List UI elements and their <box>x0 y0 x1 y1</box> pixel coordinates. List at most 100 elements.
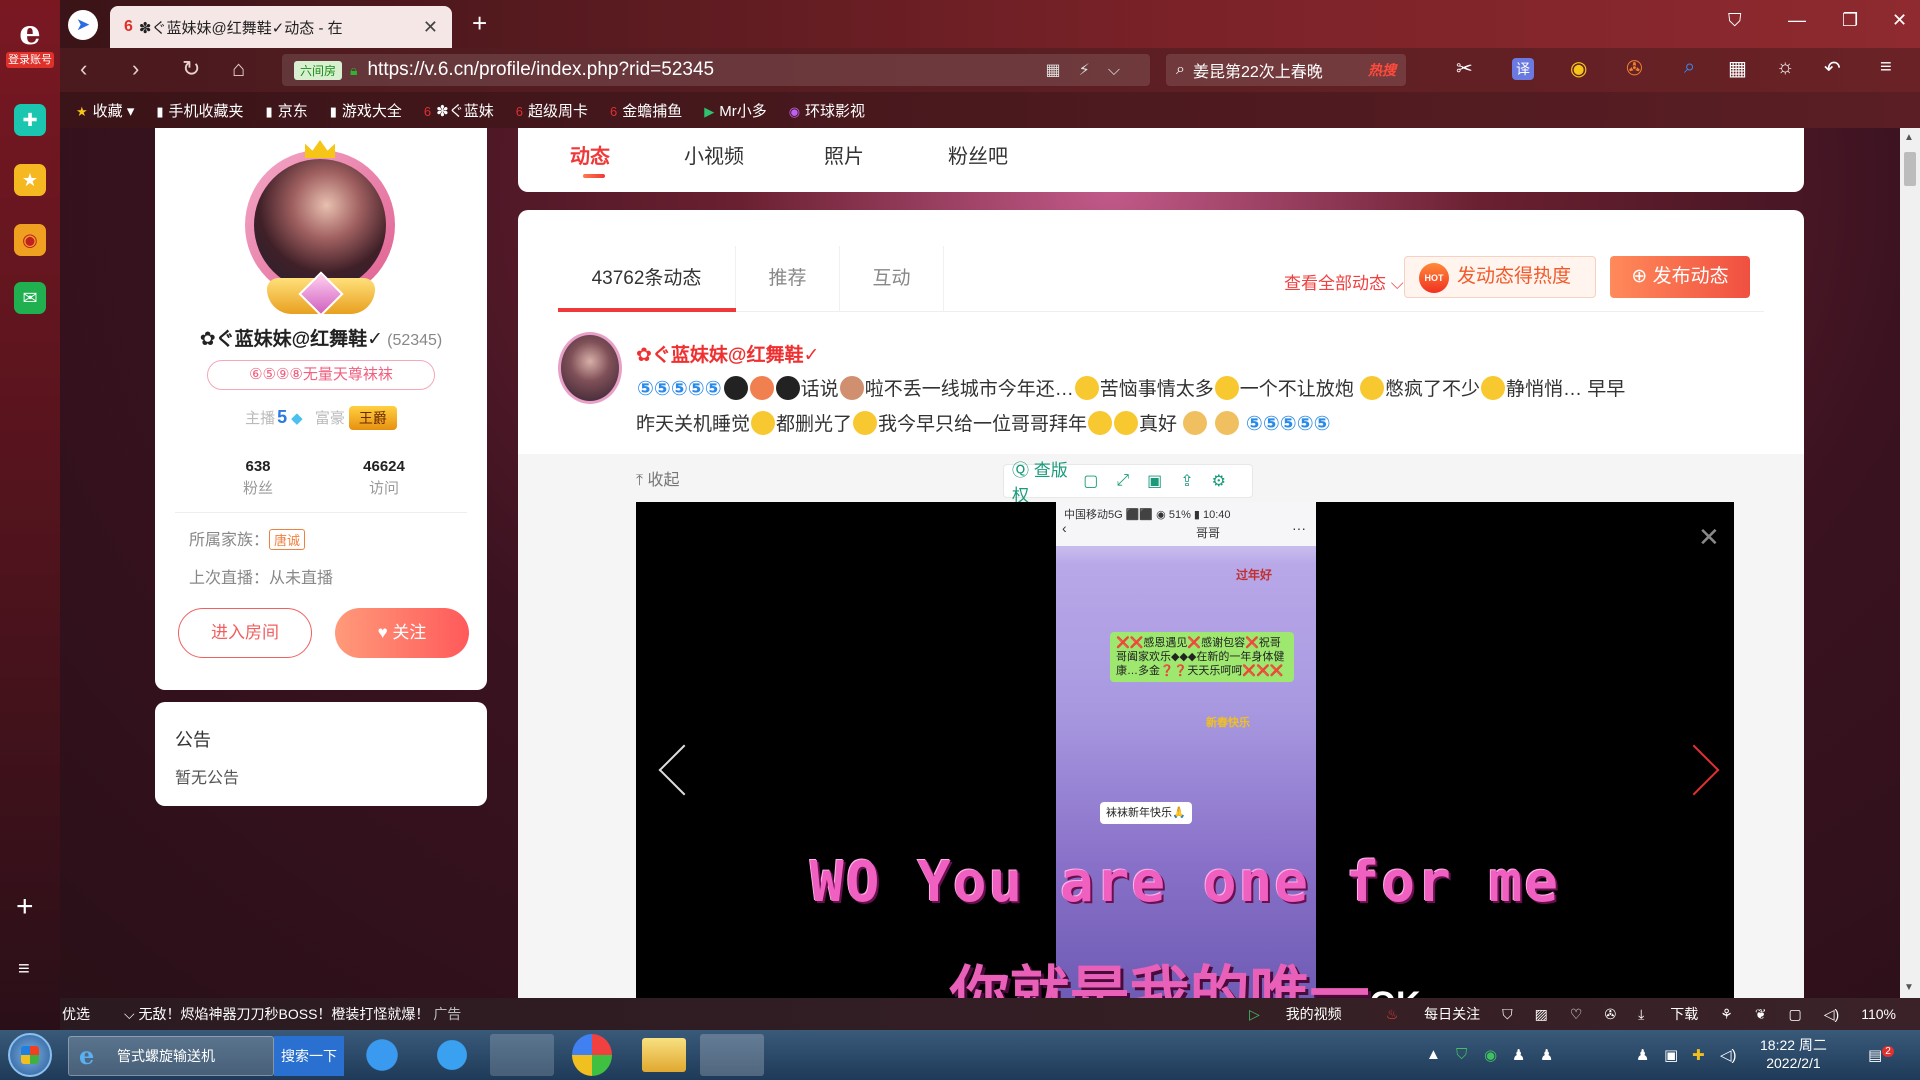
window-icon[interactable]: ▢ <box>1789 1006 1802 1023</box>
brightness-icon[interactable]: ☼ <box>1776 56 1794 79</box>
k-app-icon[interactable] <box>350 1034 414 1076</box>
skin-icon[interactable]: ⛉ <box>1728 10 1742 31</box>
bookmark-item[interactable]: ▮ 游戏大全 <box>330 100 402 121</box>
fullscreen-icon[interactable]: ⤢ <box>1116 472 1129 490</box>
bookmark-item[interactable]: ▮ 手机收藏夹 <box>156 100 243 121</box>
start-button[interactable] <box>8 1033 52 1077</box>
tray-expand-icon[interactable]: ▲ <box>1426 1046 1441 1063</box>
sidebar-app-icon[interactable]: ✚ <box>14 104 46 136</box>
post-author-avatar[interactable] <box>558 332 622 404</box>
notification-icon[interactable]: ▤ 2 <box>1868 1046 1894 1064</box>
add-sidebar-app-button[interactable]: + <box>16 890 34 924</box>
hot-post-button[interactable]: HOT 发动态得热度 <box>1404 256 1596 298</box>
feed-tab-count[interactable]: 43762条动态 <box>558 246 736 312</box>
previous-arrow-icon[interactable] <box>658 744 710 796</box>
publish-post-button[interactable]: ⊕ 发布动态 <box>1610 256 1750 298</box>
volume-icon[interactable]: ◁) <box>1720 1046 1737 1064</box>
undo-icon[interactable]: ↶ <box>1824 56 1841 81</box>
favorites-star-icon[interactable]: ★ <box>14 164 46 196</box>
close-window-button[interactable]: ✕ <box>1892 10 1907 31</box>
coin-icon[interactable]: ◉ <box>1570 56 1587 81</box>
page-scrollbar[interactable]: ▲ ▼ <box>1900 128 1920 998</box>
plus-app-icon[interactable]: ✚ <box>1692 1046 1705 1064</box>
tab-profile[interactable]: 6 ✽ぐ蓝妹妹@红舞鞋✓动态 - 在 ✕ <box>110 6 452 48</box>
bookmark-item[interactable]: ★ 收藏 ▾ <box>76 100 134 121</box>
zoom-level[interactable]: 110% <box>1861 1006 1896 1022</box>
scrollbar-thumb[interactable] <box>1904 152 1916 186</box>
search-box[interactable]: ⌕ 姜昆第22次上春晚 热搜 <box>1166 54 1406 86</box>
save-icon[interactable]: ▣ <box>1147 471 1162 491</box>
search-input[interactable]: 姜昆第22次上春晚 <box>1193 58 1368 82</box>
fans-stat[interactable]: 638 粉丝 <box>155 458 321 498</box>
download-link[interactable]: ⤓ 下载 <box>1638 1004 1698 1024</box>
navigation-compass-icon[interactable]: ➤ <box>68 10 98 40</box>
grid-apps-icon[interactable]: ▦ <box>1728 56 1747 81</box>
bookmark-item[interactable]: 6 ✽ぐ蓝妹 <box>424 100 494 121</box>
image-icon[interactable]: ▨ <box>1535 1006 1548 1023</box>
chrome-icon[interactable] <box>572 1034 612 1076</box>
leaf-icon[interactable]: ❦ <box>1755 1006 1767 1023</box>
scroll-up-icon[interactable]: ▲ <box>1904 132 1914 143</box>
minimize-button[interactable]: — <box>1788 10 1806 31</box>
weibo-icon[interactable]: ◉ <box>14 224 46 256</box>
bookmark-item[interactable]: 6 金蟾捕鱼 <box>610 100 682 121</box>
ie-browser-icon[interactable] <box>420 1034 484 1076</box>
bookmark-item[interactable]: ◉ 环球影视 <box>789 100 865 121</box>
taskbar-search-app[interactable]: e 管式螺旋输送机 <box>68 1036 274 1076</box>
follow-button[interactable]: ♥ 关注 <box>335 608 469 658</box>
qq-icon[interactable]: ♟ <box>1512 1046 1525 1064</box>
bookmark-item[interactable]: ▮ 京东 <box>266 100 308 121</box>
avatar-app-icon[interactable] <box>700 1034 764 1076</box>
browser-menu-icon[interactable]: ≡ <box>1880 56 1892 79</box>
bookmark-item[interactable]: ▶ Mr小多 <box>704 100 767 121</box>
hot-search-badge[interactable]: 热搜 <box>1368 60 1396 80</box>
home-button[interactable]: ⌂ <box>232 56 245 82</box>
heart-outline-icon[interactable]: ♡ <box>1570 1006 1583 1023</box>
close-viewer-icon[interactable]: ✕ <box>1698 522 1720 553</box>
ad-text[interactable]: ⌵ 无敌！烬焰神器刀刀秒BOSS！橙装打怪就爆！ 广告 <box>124 1004 461 1024</box>
address-bar[interactable]: 六间房 🔒︎ https://v.6.cn/profile/index.php?… <box>282 54 1150 86</box>
restore-button[interactable]: ❐ <box>1842 10 1858 31</box>
post-author-name[interactable]: ✿ぐ蓝妹妹@红舞鞋✓ <box>636 340 819 367</box>
bookmark-item[interactable]: 6 超级周卡 <box>516 100 588 121</box>
clock[interactable]: 18:22 周二 2022/2/1 <box>1760 1036 1827 1072</box>
back-button[interactable]: ‹ <box>80 56 87 82</box>
magnifier-tool-icon[interactable]: ⌕ <box>1684 56 1695 79</box>
url-text[interactable]: https://v.6.cn/profile/index.php?rid=523… <box>367 59 1045 81</box>
game-controller-icon[interactable]: ✇ <box>1626 56 1643 81</box>
enter-room-button[interactable]: 进入房间 <box>178 608 312 658</box>
family-tag[interactable]: 唐诚 <box>269 529 306 550</box>
address-bar-tools-icon[interactable]: ▦⚡⌵ <box>1046 60 1138 80</box>
collapse-button[interactable]: ⤒ 收起 <box>636 466 680 490</box>
copy-icon[interactable]: ▢ <box>1083 471 1098 491</box>
network-icon[interactable]: ⚘ <box>1720 1006 1733 1023</box>
next-arrow-icon[interactable] <box>1668 744 1720 796</box>
video-viewer[interactable]: 中国移动5G ⬛⬛ ◉ 51% ▮ 10:40 ‹ 哥哥 ··· 过年好 ❌❌感… <box>636 502 1734 998</box>
folder-icon[interactable] <box>642 1038 686 1072</box>
security-shield-icon[interactable]: ⛉ <box>1456 1046 1467 1063</box>
speed-icon[interactable]: ✇ <box>1604 1006 1616 1023</box>
volume-icon[interactable]: ◁) <box>1824 1006 1839 1023</box>
tab-dynamics[interactable]: 动态 <box>570 140 610 169</box>
taskbar-search-button[interactable]: 搜索一下 <box>274 1036 344 1076</box>
feed-tab-recommend[interactable]: 推荐 <box>736 246 840 312</box>
forward-button[interactable]: › <box>132 56 139 82</box>
share-icon[interactable]: ⇪ <box>1180 471 1193 491</box>
qq-icon[interactable]: ♟ <box>1540 1046 1553 1064</box>
mail-icon[interactable]: ✉ <box>14 282 46 314</box>
browser-tray-icon[interactable]: ◉ <box>1484 1046 1497 1064</box>
qq-icon[interactable]: ♟ <box>1636 1046 1649 1064</box>
tab-close-icon[interactable]: ✕ <box>423 17 438 38</box>
reload-button[interactable]: ↻ <box>182 56 200 82</box>
feed-tab-interact[interactable]: 互动 <box>840 246 944 312</box>
rail-menu-icon[interactable]: ≡ <box>18 958 30 981</box>
login-button[interactable]: 登录账号 <box>6 52 54 68</box>
network-icon[interactable]: ▣ <box>1664 1046 1678 1064</box>
tab-photos[interactable]: 照片 <box>824 140 864 169</box>
copyright-check-button[interactable]: Ⓠ 查版权 <box>1012 456 1069 506</box>
tab-fan-club[interactable]: 粉丝吧 <box>948 140 1008 169</box>
translate-icon[interactable]: 译 <box>1512 58 1534 80</box>
daily-follow-link[interactable]: ♨ 每日关注 <box>1364 1004 1480 1024</box>
new-tab-button[interactable]: + <box>472 8 487 39</box>
scissors-icon[interactable]: ✂ <box>1456 56 1473 81</box>
